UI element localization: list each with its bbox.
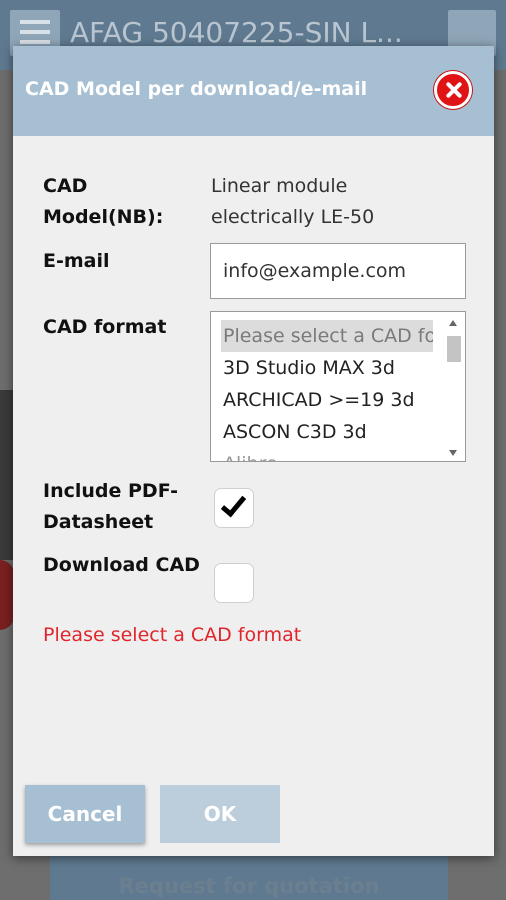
checkmark-icon <box>220 490 247 518</box>
cad-format-option[interactable]: Alibre ... <box>211 448 443 461</box>
download-cad-label: Download CAD <box>43 554 200 576</box>
dialog-header: CAD Model per download/e-mail <box>13 46 494 136</box>
app-title: AFAG 50407225-SIN L... <box>70 16 403 49</box>
include-pdf-checkbox[interactable] <box>214 488 254 528</box>
cancel-button[interactable]: Cancel <box>25 785 145 843</box>
download-cad-checkbox[interactable] <box>214 563 254 603</box>
email-label: E-mail <box>43 250 110 272</box>
close-icon[interactable] <box>434 71 472 109</box>
scroll-thumb[interactable] <box>447 336 461 362</box>
dialog-title: CAD Model per download/e-mail <box>25 78 368 100</box>
cad-model-dialog: CAD Model per download/e-mail CAD Model(… <box>13 46 494 856</box>
include-pdf-label: Include PDF-Datasheet <box>43 480 178 533</box>
select-scrollbar[interactable] <box>446 318 462 458</box>
cad-model-value: Linear module electrically LE-50 <box>211 175 375 228</box>
ok-button[interactable]: OK <box>160 785 280 843</box>
request-quotation-button[interactable]: Request for quotation <box>50 856 448 900</box>
cad-format-label: CAD format <box>43 316 167 338</box>
cad-format-option[interactable]: 3D Studio MAX 3d <box>211 352 443 384</box>
scroll-down-icon[interactable] <box>449 450 457 456</box>
cad-format-option[interactable]: ASCON C3D 3d <box>211 416 443 448</box>
scroll-up-icon[interactable] <box>449 320 457 326</box>
cad-format-option[interactable]: Please select a CAD format <box>221 320 433 352</box>
product-image-detail <box>0 560 14 630</box>
error-message: Please select a CAD format <box>43 624 302 646</box>
cad-format-option[interactable]: ARCHICAD >=19 3d <box>211 384 443 416</box>
cad-model-label: CAD Model(NB): <box>43 175 164 228</box>
cad-format-select[interactable]: Please select a CAD format 3D Studio MAX… <box>210 311 466 462</box>
email-input[interactable] <box>210 243 466 299</box>
